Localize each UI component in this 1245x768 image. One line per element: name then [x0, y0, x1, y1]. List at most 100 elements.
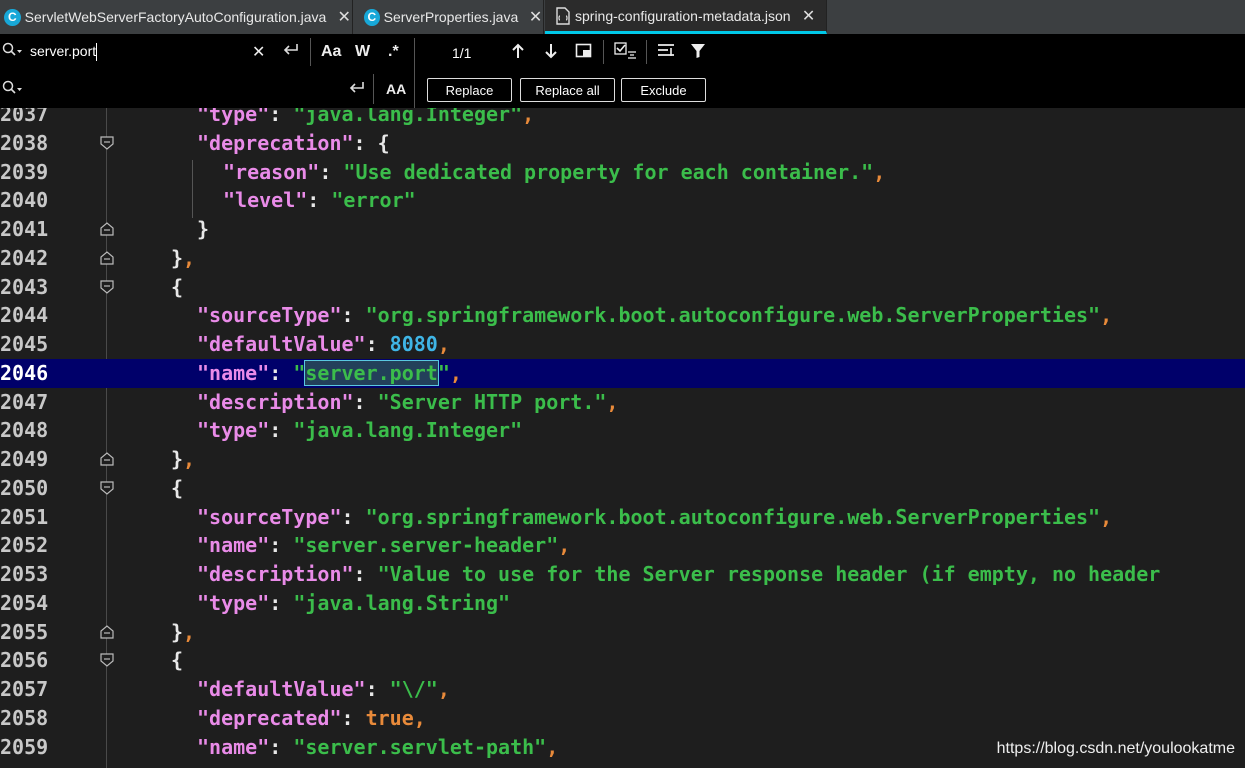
- code-token: ": [293, 360, 306, 385]
- exclude-button[interactable]: Exclude: [621, 78, 706, 102]
- code-token: "deprecation": [197, 130, 354, 155]
- code-line[interactable]: 2038 "deprecation": {: [0, 129, 1245, 158]
- code-token: "sourceType": [197, 303, 342, 328]
- next-occurrence-icon[interactable]: [543, 42, 559, 65]
- fold-open-icon[interactable]: [100, 481, 114, 495]
- clear-search-icon[interactable]: ✕: [252, 42, 265, 62]
- code-line[interactable]: 2056 {: [0, 646, 1245, 675]
- fold-end-icon[interactable]: [100, 222, 114, 236]
- filter-icon[interactable]: [690, 43, 706, 64]
- open-in-window-icon[interactable]: [575, 43, 593, 64]
- code-token: ,: [449, 360, 462, 385]
- code-token: "name": [197, 360, 270, 385]
- replace-all-button[interactable]: Replace all: [520, 78, 615, 102]
- code-token: ,: [437, 677, 450, 701]
- line-number: 2055: [0, 619, 49, 644]
- line-number: 2059: [0, 734, 49, 759]
- code-text: "type": "java.lang.Integer": [197, 416, 522, 445]
- fold-end-icon[interactable]: [100, 250, 114, 265]
- fold-open-icon[interactable]: [100, 136, 114, 150]
- code-token: {: [171, 274, 184, 299]
- code-text: "defaultValue": 8080,: [197, 330, 450, 359]
- code-text: "name": "server.port",: [197, 359, 462, 388]
- code-line[interactable]: 2057 "defaultValue": "\/",: [0, 675, 1245, 704]
- fold-open-icon[interactable]: [100, 653, 114, 668]
- code-text: "name": "server.server-header",: [197, 531, 570, 560]
- regex-button[interactable]: .*: [388, 43, 399, 61]
- preserve-case-button[interactable]: AA: [386, 81, 406, 97]
- close-icon[interactable]: ✕: [801, 6, 817, 26]
- code-token: {: [377, 130, 390, 155]
- code-line[interactable]: 2055},: [0, 618, 1245, 647]
- fold-open-icon[interactable]: [100, 279, 114, 294]
- code-token: "sourceType": [197, 504, 342, 529]
- code-text: "name": "server.servlet-path",: [197, 733, 558, 762]
- code-token: }: [171, 619, 184, 644]
- code-text: },: [171, 445, 195, 474]
- code-line[interactable]: 2050 {: [0, 474, 1245, 503]
- code-line[interactable]: 2048 "type": "java.lang.Integer": [0, 416, 1245, 445]
- code-line[interactable]: 2041}: [0, 215, 1245, 244]
- replace-history-icon[interactable]: [2, 80, 24, 99]
- filter-settings-icon[interactable]: [657, 43, 677, 64]
- line-number: 2053: [0, 562, 49, 586]
- code-line[interactable]: 2044 "sourceType": "org.springframework.b…: [0, 301, 1245, 330]
- line-number: 2038: [0, 130, 49, 155]
- new-line-icon[interactable]: [282, 41, 300, 62]
- code-text: "description": "Value to use for the Ser…: [197, 560, 1160, 589]
- divider: [414, 38, 415, 108]
- code-token: "Use dedicated property for each contain…: [343, 159, 874, 184]
- code-line[interactable]: 2043 {: [0, 273, 1245, 302]
- code-token: "java.lang.Integer": [293, 108, 523, 126]
- replace-button[interactable]: Replace: [427, 78, 512, 102]
- code-line[interactable]: 2042},: [0, 244, 1245, 273]
- code-text: "level": "error": [223, 186, 416, 215]
- code-line[interactable]: 2051 "sourceType": "org.springframework.b…: [0, 503, 1245, 532]
- code-token: "org.springframework.boot.autoconfigure.…: [365, 303, 1101, 328]
- code-line[interactable]: 2040 "level": "error": [0, 186, 1245, 215]
- code-token: :: [365, 677, 390, 701]
- tab-servlet-web-server-factory[interactable]: C ServletWebServerFactoryAutoConfigurati…: [0, 0, 353, 34]
- in-selection-icon[interactable]: [614, 42, 638, 67]
- code-token: "name": [197, 533, 270, 558]
- code-line[interactable]: 2046 "name": "server.port",: [0, 358, 1245, 388]
- fold-end-icon[interactable]: [100, 624, 114, 639]
- previous-occurrence-icon[interactable]: [510, 42, 526, 65]
- code-text: "deprecated": true,: [197, 704, 426, 733]
- code-line[interactable]: 2045 "defaultValue": 8080,: [0, 330, 1245, 359]
- line-number: 2044: [0, 303, 49, 328]
- code-line[interactable]: 2058 "deprecated": true,: [0, 704, 1245, 733]
- code-token: :: [341, 303, 366, 328]
- code-text: {: [171, 273, 183, 302]
- indent-guide: [192, 160, 193, 218]
- code-token: ,: [873, 159, 886, 184]
- code-line[interactable]: 2039 "reason": "Use dedicated property fo…: [0, 158, 1245, 187]
- code-editor[interactable]: 2037 "type": "java.lang.Integer", 2038 "dep…: [0, 108, 1245, 768]
- code-token: "server.servlet-path": [293, 734, 547, 759]
- code-token: "server.server-header": [293, 533, 559, 558]
- close-icon[interactable]: ✕: [528, 7, 543, 27]
- code-token: "name": [197, 734, 270, 759]
- code-line[interactable]: 2049},: [0, 445, 1245, 474]
- code-line[interactable]: 2047 "description": "Server HTTP port.",: [0, 388, 1245, 417]
- close-icon[interactable]: ✕: [336, 7, 352, 27]
- code-line[interactable]: 2052 "name": "server.server-header",: [0, 531, 1245, 560]
- line-number: 2039: [0, 159, 49, 184]
- search-match-highlight: server.port: [304, 359, 439, 386]
- match-case-button[interactable]: Aa: [321, 43, 341, 61]
- line-number: 2050: [0, 475, 49, 500]
- whole-word-button[interactable]: W: [355, 43, 370, 61]
- tab-spring-configuration-metadata[interactable]: spring-configuration-metadata.json ✕: [545, 0, 827, 34]
- code-line[interactable]: 2037 "type": "java.lang.Integer",: [0, 108, 1245, 129]
- code-line[interactable]: 2054 "type": "java.lang.String": [0, 589, 1245, 618]
- text-caret: [96, 43, 98, 62]
- code-token: ,: [183, 447, 196, 471]
- tab-server-properties[interactable]: C ServerProperties.java ✕: [354, 0, 544, 34]
- search-history-icon[interactable]: [2, 42, 24, 61]
- new-line-icon[interactable]: [348, 79, 366, 100]
- code-token: 8080: [389, 332, 438, 356]
- code-line[interactable]: 2053 "description": "Value to use for the…: [0, 560, 1245, 589]
- fold-end-icon[interactable]: [100, 452, 114, 466]
- code-token: ,: [413, 705, 426, 730]
- search-input[interactable]: server.port: [30, 43, 98, 62]
